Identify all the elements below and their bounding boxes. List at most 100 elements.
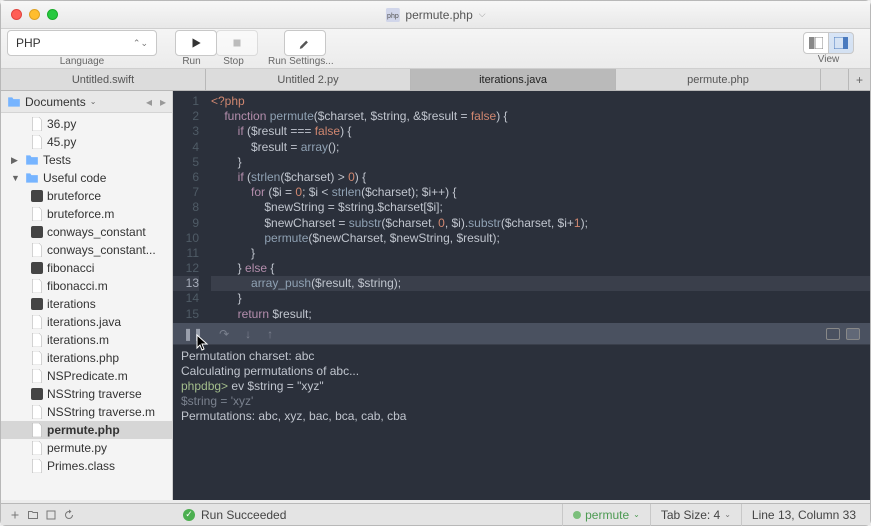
runner-chip[interactable]: permute⌄ xyxy=(562,504,650,526)
zoom-window-button[interactable] xyxy=(47,9,58,20)
new-tab-button[interactable]: + xyxy=(848,69,870,90)
file-icon xyxy=(31,207,43,221)
new-folder-icon[interactable] xyxy=(27,509,39,521)
run-settings-button[interactable] xyxy=(284,30,326,56)
run-button[interactable] xyxy=(175,30,217,56)
tree-item-label: iterations.php xyxy=(47,351,119,365)
tab[interactable]: iterations.java xyxy=(411,69,616,90)
tree-file[interactable]: NSString traverse.m xyxy=(1,403,172,421)
run-label: Run xyxy=(171,56,213,67)
tree-folder[interactable]: ▶Tests xyxy=(1,151,172,169)
step-over-icon[interactable]: ↷ xyxy=(219,327,229,341)
stop-button[interactable] xyxy=(216,30,258,56)
file-icon xyxy=(31,117,43,131)
tree-item-label: permute.py xyxy=(47,441,107,455)
tree-file[interactable]: iterations.java xyxy=(1,313,172,331)
tree-file[interactable]: 45.py xyxy=(1,133,172,151)
tree-item-label: NSString traverse xyxy=(47,387,142,401)
folder-icon xyxy=(7,96,21,108)
tab-size-label: Tab Size: 4 xyxy=(661,508,720,522)
line-gutter[interactable]: 123456789101112131415 xyxy=(173,91,205,323)
run-status-label: Run Succeeded xyxy=(201,508,286,522)
runner-dot-icon xyxy=(573,511,581,519)
tree-file[interactable]: Primes.class xyxy=(1,457,172,475)
tree-item-label: bruteforce xyxy=(47,189,101,203)
tree-file[interactable]: fibonacci xyxy=(1,259,172,277)
sidebar-dropdown-icon[interactable]: ⌄ xyxy=(90,97,97,106)
stop-label: Stop xyxy=(213,56,255,67)
folder-icon xyxy=(25,172,39,184)
step-up-icon[interactable]: ↑ xyxy=(267,327,273,341)
tab[interactable]: Untitled 2.py xyxy=(206,69,411,90)
sidebar-root-label: Documents xyxy=(25,95,86,109)
svg-text:php: php xyxy=(387,12,399,19)
tree-file[interactable]: permute.py xyxy=(1,439,172,457)
view-label: View xyxy=(818,54,840,65)
exec-icon xyxy=(31,262,43,274)
add-icon[interactable] xyxy=(9,509,21,521)
tree-item-label: iterations.m xyxy=(47,333,109,347)
title-bar: php permute.php ⌵ xyxy=(1,1,870,29)
runner-name: permute xyxy=(585,508,629,522)
close-window-button[interactable] xyxy=(11,9,22,20)
panel-toggle-1[interactable] xyxy=(826,328,840,340)
code-editor[interactable]: 123456789101112131415 <?php function per… xyxy=(173,91,870,323)
tab-size-chip[interactable]: Tab Size: 4⌄ xyxy=(650,504,741,526)
disclosure-icon[interactable]: ▼ xyxy=(11,173,21,183)
tree-file[interactable]: NSString traverse xyxy=(1,385,172,403)
tree-file[interactable]: bruteforce.m xyxy=(1,205,172,223)
tree-file[interactable]: NSPredicate.m xyxy=(1,367,172,385)
tab[interactable]: permute.php xyxy=(616,69,821,90)
tree-folder[interactable]: ▼Useful code xyxy=(1,169,172,187)
tree-item-label: bruteforce.m xyxy=(47,207,114,221)
tree-item-label: conways_constant xyxy=(47,225,146,239)
code-content[interactable]: <?php function permute($charset, $string… xyxy=(205,91,870,323)
minimize-window-button[interactable] xyxy=(29,9,40,20)
tree-item-label: iterations.java xyxy=(47,315,121,329)
tree-file[interactable]: conways_constant... xyxy=(1,241,172,259)
exec-icon xyxy=(31,298,43,310)
tree-item-label: fibonacci.m xyxy=(47,279,108,293)
tree-file[interactable]: iterations xyxy=(1,295,172,313)
action-icon[interactable] xyxy=(45,509,57,521)
disclosure-icon[interactable]: ▶ xyxy=(11,155,21,166)
tree-file[interactable]: iterations.m xyxy=(1,331,172,349)
cursor-position-label: Line 13, Column 33 xyxy=(752,508,856,522)
nav-forward-icon[interactable]: ▸ xyxy=(160,95,166,109)
window-title: permute.php xyxy=(405,8,472,22)
tree-file[interactable]: permute.php xyxy=(1,421,172,439)
file-icon xyxy=(31,423,43,437)
exec-icon xyxy=(31,226,43,238)
sidebar-header[interactable]: Documents ⌄ ◂ ▸ xyxy=(1,91,172,113)
file-icon xyxy=(31,333,43,347)
view-left-button[interactable] xyxy=(803,32,829,54)
dropdown-chevron-icon[interactable]: ⌵ xyxy=(479,9,486,20)
tree-file[interactable]: iterations.php xyxy=(1,349,172,367)
debug-toolbar: ❚❚ ↷ ↓ ↑ xyxy=(173,323,870,345)
pause-icon[interactable]: ❚❚ xyxy=(183,327,203,341)
tree-file[interactable]: bruteforce xyxy=(1,187,172,205)
success-icon: ✓ xyxy=(183,509,195,521)
file-browser-sidebar: Documents ⌄ ◂ ▸ 36.py45.py▶Tests▼Useful c… xyxy=(1,91,173,500)
view-right-button[interactable] xyxy=(828,32,854,54)
tree-file[interactable]: fibonacci.m xyxy=(1,277,172,295)
cursor-position-chip[interactable]: Line 13, Column 33 xyxy=(741,504,866,526)
step-down-icon[interactable]: ↓ xyxy=(245,327,251,341)
file-icon xyxy=(31,243,43,257)
refresh-icon[interactable] xyxy=(63,509,75,521)
run-settings-label: Run Settings... xyxy=(268,56,334,67)
view-mode-toggle[interactable] xyxy=(803,32,854,54)
language-value: PHP xyxy=(16,36,41,50)
tree-file[interactable]: conways_constant xyxy=(1,223,172,241)
run-status: ✓ Run Succeeded xyxy=(183,508,286,522)
exec-icon xyxy=(31,388,43,400)
tree-item-label: NSPredicate.m xyxy=(47,369,128,383)
tab[interactable]: Untitled.swift xyxy=(1,69,206,90)
tree-file[interactable]: 36.py xyxy=(1,115,172,133)
file-tree[interactable]: 36.py45.py▶Tests▼Useful code bruteforce br… xyxy=(1,113,172,500)
language-select[interactable]: PHP ⌃⌄ xyxy=(7,30,157,56)
debug-console[interactable]: Permutation charset: abcCalculating perm… xyxy=(173,345,870,500)
panel-toggle-2[interactable] xyxy=(846,328,860,340)
tree-item-label: NSString traverse.m xyxy=(47,405,155,419)
nav-back-icon[interactable]: ◂ xyxy=(146,95,152,109)
